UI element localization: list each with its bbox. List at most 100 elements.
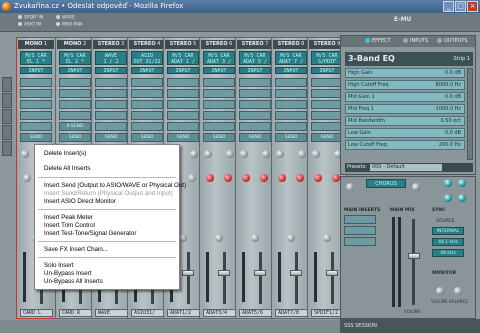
strip-name[interactable]: CARD L [20, 309, 53, 317]
menu-solo-insert[interactable]: Solo Insert [44, 262, 74, 269]
insert-slot[interactable] [311, 78, 343, 87]
sync-44k[interactable]: 44.1 kHz [432, 238, 464, 246]
strip-name[interactable]: WAVE [95, 309, 128, 317]
menu-delete-inserts[interactable]: Delete Insert(s) [44, 150, 86, 157]
chorus-knob-left[interactable] [346, 183, 354, 191]
insert-slot[interactable] [203, 100, 235, 109]
param-high-cutoff[interactable]: High Cutoff Freq 8000.0 Hz [345, 80, 465, 90]
sync-48k[interactable]: 48 kHz [432, 249, 464, 257]
aux-knob[interactable] [204, 150, 212, 158]
insert-slot[interactable] [275, 122, 307, 131]
strip-input-display[interactable]: INPUT [95, 67, 127, 74]
strip-input-display[interactable]: INPUT [203, 67, 235, 74]
strip-name[interactable]: ADAT3/4 [203, 309, 236, 317]
insert-slot[interactable] [59, 89, 91, 98]
radio-wave[interactable]: WAVE [56, 15, 75, 21]
pan-knob[interactable] [251, 234, 259, 242]
insert-slot[interactable] [95, 122, 127, 131]
param-high-gain[interactable]: High Gain 0.0 dB [345, 68, 465, 78]
insert-slot[interactable] [239, 122, 271, 131]
strip-name[interactable]: ASIO31/ [131, 309, 164, 317]
insert-slot[interactable] [203, 78, 235, 87]
close-button[interactable]: × [467, 1, 478, 12]
strip-input-display[interactable]: INPUT [311, 67, 343, 74]
strip-source-display[interactable]: M/S CAR EL 1 * [20, 51, 52, 65]
insert-slot[interactable] [95, 100, 127, 109]
send-knob[interactable] [242, 174, 250, 182]
tab-effect[interactable]: EFFECT [365, 38, 391, 44]
insert-slot[interactable]: SEND [95, 133, 127, 142]
insert-slot[interactable] [311, 122, 343, 131]
insert-slot[interactable] [95, 89, 127, 98]
strip-source-display[interactable]: M/S CAR ADAT 5 / 6 [239, 51, 271, 65]
sidebar-tool-1[interactable] [2, 77, 12, 92]
insert-slot[interactable] [275, 111, 307, 120]
insert-slot[interactable] [59, 78, 91, 87]
aux-knob[interactable] [240, 150, 248, 158]
sidebar-tool-3[interactable] [2, 109, 12, 124]
tab-inputs[interactable]: INPUTS [403, 38, 428, 44]
aux-knob-2[interactable] [458, 179, 466, 187]
insert-slot[interactable] [203, 111, 235, 120]
aux-knob[interactable] [190, 150, 198, 158]
strip-input-display[interactable]: INPUT [167, 67, 199, 74]
menu-insert-asio-direct-monitor[interactable]: Insert ASIO Direct Monitor [44, 198, 116, 205]
radio-spdif-in[interactable]: SPDIF IN [18, 15, 43, 21]
strip-source-display[interactable]: M/S CAR ADAT 1 / 2 [167, 51, 199, 65]
aux-knob-1[interactable] [444, 179, 452, 187]
menu-insert-peak-meter[interactable]: Insert Peak Meter [44, 214, 93, 221]
send-knob[interactable] [278, 174, 286, 182]
monitor-balance-knob[interactable] [454, 287, 462, 295]
insert-slot[interactable] [275, 78, 307, 87]
insert-slot[interactable] [239, 100, 271, 109]
send-knob[interactable] [260, 174, 268, 182]
insert-slot[interactable]: SEND [311, 133, 343, 142]
aux-knob[interactable] [262, 150, 270, 158]
strip-name[interactable]: ADAT7/8 [275, 309, 308, 317]
insert-slot[interactable] [20, 122, 52, 131]
sidebar-tool-5[interactable] [2, 141, 12, 156]
insert-slot[interactable] [311, 100, 343, 109]
insert-slot[interactable] [59, 100, 91, 109]
param-low-gain[interactable]: Low Gain 0.0 dB [345, 128, 465, 138]
send-knob[interactable] [314, 174, 322, 182]
minimize-button[interactable]: _ [443, 1, 454, 12]
param-mid-bandwidth[interactable]: Mid Bandwidth 0.50 oct [345, 116, 465, 126]
pan-knob[interactable] [215, 234, 223, 242]
menu-insert-send[interactable]: Insert Send (Output to ASIO/WAVE or Phys… [44, 182, 186, 189]
param-mid-gain[interactable]: Mid Gain 1 0.0 dB [345, 92, 465, 102]
insert-slot[interactable] [239, 111, 271, 120]
strip-source-display[interactable]: M/S CAR EL 2 * [59, 51, 91, 65]
menu-delete-all-inserts[interactable]: Delete All Inserts [44, 165, 90, 172]
send-knob[interactable] [332, 174, 340, 182]
channel-fader[interactable] [290, 270, 302, 276]
main-volume-fader[interactable] [408, 253, 420, 259]
pan-knob[interactable] [323, 234, 331, 242]
insert-slot[interactable] [131, 122, 163, 131]
insert-slot[interactable] [167, 122, 199, 131]
maximize-button[interactable]: □ [455, 1, 466, 12]
main-insert-slot[interactable] [344, 237, 376, 246]
strip-input-display[interactable]: INPUT [239, 67, 271, 74]
insert-slot[interactable] [131, 111, 163, 120]
aux-knob[interactable] [312, 150, 320, 158]
insert-slot[interactable] [311, 89, 343, 98]
strip-source-display[interactable]: M/S CAR ADAT 7 / 8 [275, 51, 307, 65]
strip-input-display[interactable]: INPUT [20, 67, 52, 74]
strip-name[interactable]: ADAT1/2 [167, 309, 200, 317]
insert-slot[interactable]: SEND [203, 133, 235, 142]
pan-knob[interactable] [287, 234, 295, 242]
insert-slot[interactable] [59, 111, 91, 120]
strip-input-display[interactable]: INPUT [131, 67, 163, 74]
aux-knob-3[interactable] [444, 194, 452, 202]
insert-slot[interactable] [95, 78, 127, 87]
strip-name[interactable]: ADAT5/6 [239, 309, 272, 317]
insert-slot[interactable]: SEND [59, 133, 91, 142]
strip-source-display[interactable]: M/S CAR ADAT 3 / 4 [203, 51, 235, 65]
chorus-knob-right[interactable] [412, 183, 420, 191]
sidebar-tool-2[interactable] [2, 93, 12, 108]
menu-unbypass-insert[interactable]: Un-Bypass Insert [44, 270, 91, 277]
insert-slot[interactable]: SEND [20, 133, 52, 142]
send-knob[interactable] [188, 174, 196, 182]
insert-slot[interactable] [131, 89, 163, 98]
